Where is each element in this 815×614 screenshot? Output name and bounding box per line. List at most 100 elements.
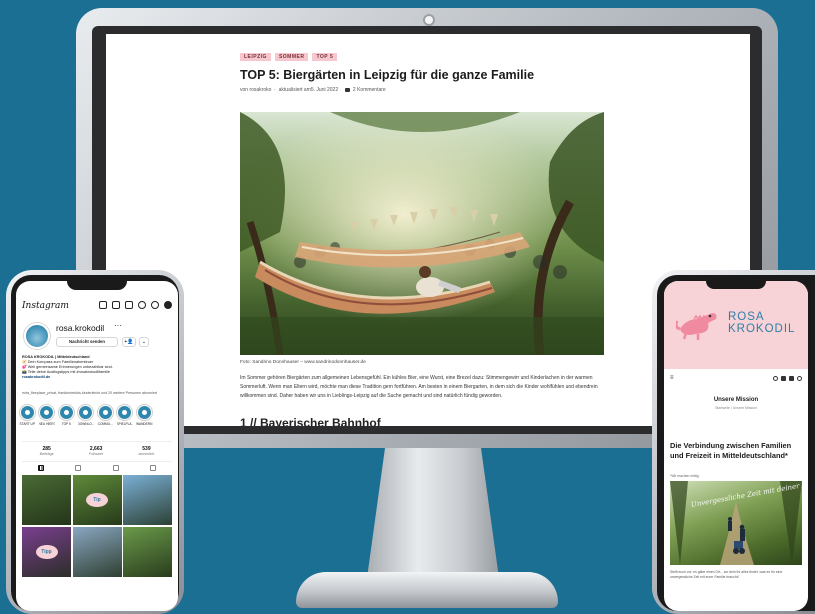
stat-following[interactable]: 539 abonniert	[139, 446, 155, 456]
page-title: Unsere Mission	[713, 397, 759, 403]
crocodile-logo-icon[interactable]	[676, 307, 720, 343]
home-icon[interactable]	[99, 301, 107, 309]
post-thumbnail[interactable]	[22, 475, 71, 525]
rosa-website-screen: ROSA KROKODIL ≡ Unsere Mission Startseit…	[664, 281, 808, 611]
highlight-icon	[58, 405, 74, 420]
highlight-item[interactable]: NEU HIER?	[38, 405, 56, 426]
more-options-icon[interactable]: ···	[114, 321, 122, 330]
post-thumbnail[interactable]: Tipp	[22, 526, 71, 577]
post-overlay-text: Tip	[86, 493, 108, 507]
stat-label: Follower	[88, 452, 104, 456]
mission-headline: Die Verbindung zwischen Familien und Fre…	[670, 441, 792, 460]
comment-icon	[344, 88, 350, 92]
social-icons	[773, 376, 802, 381]
article-meta: von rosakroko · aktualisiert am5. Juni 2…	[240, 87, 386, 93]
site-header: ROSA KROKODIL	[664, 281, 808, 369]
tagged-tab-icon[interactable]	[150, 465, 157, 471]
phone-notch	[67, 281, 127, 290]
heart-icon[interactable]	[151, 301, 159, 309]
instagram-logo[interactable]: Instagram	[22, 301, 69, 311]
highlight-icon	[117, 405, 133, 420]
post-thumbnail[interactable]: Tip	[72, 475, 122, 525]
highlight-icon	[136, 405, 152, 420]
send-message-button[interactable]: Nachricht senden	[56, 337, 118, 347]
monitor-base	[296, 572, 558, 608]
send-icon[interactable]	[112, 301, 120, 309]
post-overlay-text: Tipp	[35, 544, 58, 559]
profile-username: rosa.krokodil	[56, 323, 105, 333]
profile-tabs	[22, 461, 172, 471]
highlight-label: SPIELPLA...	[116, 422, 134, 426]
highlight-label: WANDERN	[136, 422, 153, 426]
post-thumbnail[interactable]	[123, 526, 172, 577]
site-nav: ≡	[664, 375, 808, 383]
highlight-item[interactable]: DOWNLO...	[77, 405, 95, 426]
instagram-header: Instagram	[22, 301, 172, 315]
mutual-followers[interactable]: mira_fleeplace_privat, frankfurterkids.k…	[22, 391, 172, 396]
search-icon[interactable]	[797, 376, 802, 381]
author-link[interactable]: von rosakroko	[240, 87, 271, 93]
site-logo-text[interactable]: ROSA KROKODIL	[728, 311, 795, 335]
stat-label: Beiträge	[39, 452, 54, 456]
breadcrumb[interactable]: Startseite / Unsere Mission	[664, 406, 808, 410]
hero-image	[240, 112, 604, 355]
reels-tab-icon[interactable]	[75, 465, 82, 471]
explore-icon[interactable]	[138, 301, 146, 309]
highlight-item[interactable]: WANDERN	[136, 405, 153, 426]
camera-icon	[423, 14, 435, 26]
brand-line: KROKODIL	[728, 323, 796, 335]
updated-date: aktualisiert am5. Juni 2022	[278, 87, 339, 93]
pinterest-icon[interactable]	[789, 376, 794, 381]
highlight-icon	[39, 405, 55, 420]
monitor-stand	[367, 448, 499, 578]
highlight-item[interactable]: SPIELPLA...	[116, 405, 134, 426]
profile-avatar[interactable]	[24, 323, 50, 349]
add-post-icon[interactable]	[125, 301, 133, 309]
profile-avatar-icon[interactable]	[164, 301, 172, 309]
highlight-label: TOP 5	[61, 422, 71, 426]
grid-tab-icon[interactable]	[37, 465, 44, 471]
family-forest-image: Unvergessliche Zeit mit deiner Familie	[670, 481, 802, 565]
section-heading: 1 // Bayerischer Bahnhof	[240, 416, 381, 426]
post-grid: Tip Tipp	[22, 475, 172, 577]
highlight-item[interactable]: TOP 5	[58, 405, 75, 426]
post-thumbnail[interactable]	[72, 526, 122, 577]
highlight-label: START UP	[19, 422, 35, 426]
instagram-icon[interactable]	[773, 376, 778, 381]
comments-link[interactable]: 2 Kommentare	[353, 87, 386, 93]
stat-followers[interactable]: 2,663 Follower	[89, 446, 103, 456]
beer-garden-photo	[240, 112, 604, 355]
highlight-label: DOWNLO...	[77, 422, 95, 426]
brand-line: ROSA	[728, 311, 765, 323]
menu-icon[interactable]: ≡	[670, 375, 674, 381]
tag-list: LEIPZIG SOMMER TOP 5	[240, 53, 338, 61]
stat-label: abonniert	[138, 452, 155, 456]
facebook-icon[interactable]	[781, 376, 786, 381]
highlight-label: COMMU...	[97, 422, 113, 426]
instagram-toolbar	[99, 301, 172, 309]
bio-link[interactable]: rosakrokodil.de	[22, 375, 172, 380]
image-caption: Stellt euch vor, es gäbe einen Ort... wo…	[670, 570, 783, 579]
article-intro: Im Sommer gehören Biergärten zum allgeme…	[240, 375, 598, 399]
igtv-tab-icon[interactable]	[112, 465, 119, 471]
instagram-screen: Instagram rosa.krokodil ··· Nachricht se…	[16, 281, 178, 611]
post-thumbnail[interactable]	[123, 475, 172, 525]
tag-sommer[interactable]: SOMMER	[274, 53, 309, 61]
highlight-icon	[78, 405, 94, 420]
stat-posts[interactable]: 285 Beiträge	[40, 446, 54, 456]
tag-leipzig[interactable]: LEIPZIG	[240, 53, 271, 61]
headline-footnote: *Wir machen mittig.	[670, 474, 700, 478]
story-highlights: START UP NEU HIER? TOP 5 DOWNLO... COMMU…	[19, 405, 153, 426]
highlight-item[interactable]: COMMU...	[97, 405, 114, 426]
follow-button[interactable]: +👤	[122, 337, 136, 347]
highlight-item[interactable]: START UP	[19, 405, 36, 426]
article-title: TOP 5: Biergärten in Leipzig für die gan…	[240, 68, 535, 82]
photo-credit: Foto: Sandrino Donnhauser – www.sandrino…	[240, 360, 366, 365]
profile-stats: 285 Beiträge 2,663 Follower 539 abonnier…	[22, 441, 172, 456]
highlight-icon	[19, 405, 35, 420]
highlight-icon	[97, 405, 113, 420]
highlight-label: NEU HIER?	[38, 422, 56, 426]
suggestions-dropdown[interactable]: ⌄	[139, 337, 149, 347]
profile-bio: ROSA KROKODIL | Mitteldeutschland 🧭 Dein…	[22, 355, 172, 380]
tag-top5[interactable]: TOP 5	[312, 53, 338, 61]
